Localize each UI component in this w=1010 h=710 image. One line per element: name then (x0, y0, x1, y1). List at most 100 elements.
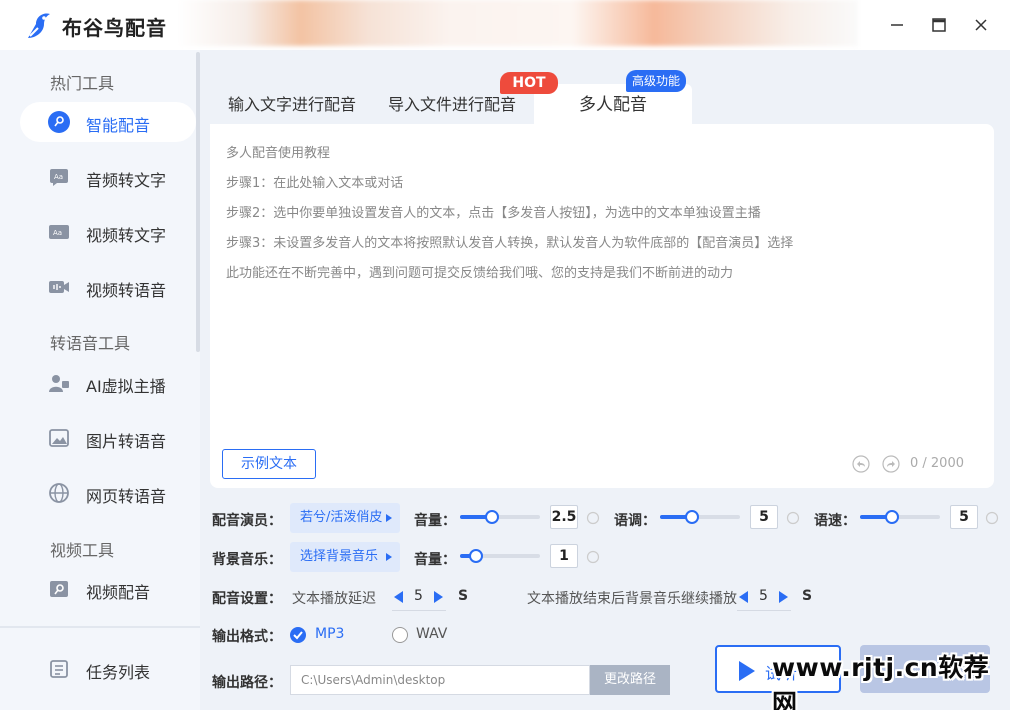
svg-text:Aa: Aa (54, 173, 63, 181)
sidebar-item-web-to-voice[interactable]: 网页转语音 (20, 473, 196, 513)
volume-slider[interactable] (460, 509, 540, 525)
reset-icon[interactable] (586, 550, 600, 564)
output-path-label: 输出路径： (212, 675, 282, 691)
undo-icon[interactable] (852, 455, 870, 473)
speed-value[interactable]: 5 (950, 505, 978, 529)
text-editor[interactable]: 多人配音使用教程 步骤1：在此处输入文本或对话 步骤2：选中你要单独设置发音人的… (210, 124, 994, 488)
bgm-volume-value[interactable]: 1 (550, 544, 578, 568)
bgm-select[interactable]: 选择背景音乐 (290, 542, 400, 572)
delay-label: 文本播放延迟 (292, 591, 376, 607)
voice-actor-label: 配音演员： (212, 513, 282, 529)
mic-icon (48, 111, 70, 133)
app-title: 布谷鸟配音 (62, 16, 167, 40)
slider-knob[interactable] (485, 510, 499, 524)
caret-right-icon (386, 514, 392, 522)
pitch-label: 语调： (614, 513, 656, 529)
delay-underline (392, 610, 446, 611)
sidebar-item-task-list[interactable]: 任务列表 (20, 649, 196, 689)
sample-text-button[interactable]: 示例文本 (222, 449, 316, 479)
minimize-icon[interactable] (886, 14, 908, 36)
continue-label: 文本播放结束后背景音乐继续播放 (527, 591, 737, 607)
sidebar-item-image-to-voice[interactable]: 图片转语音 (20, 418, 196, 458)
dub-settings-label: 配音设置： (212, 591, 282, 607)
slider-knob[interactable] (685, 510, 699, 524)
continue-increase-icon[interactable] (779, 591, 788, 603)
bgm-volume-label: 音量： (414, 552, 456, 568)
output-format-label: 输出格式： (212, 629, 282, 645)
sidebar-item-video-dubbing[interactable]: 视频配音 (20, 569, 196, 609)
editor-line: 步骤1：在此处输入文本或对话 (226, 176, 404, 191)
video-voice-icon (49, 281, 69, 293)
change-path-button[interactable]: 更改路径 (590, 665, 670, 695)
bgm-value: 选择背景音乐 (300, 549, 379, 564)
bird-logo-icon (28, 13, 50, 38)
section-title-voice-tools: 转语音工具 (50, 334, 131, 353)
sidebar-item-smart-dubbing[interactable]: 智能配音 (20, 102, 196, 142)
sidebar-item-label: AI虚拟主播 (86, 377, 166, 396)
sidebar-item-label: 网页转语音 (86, 487, 167, 506)
sidebar-item-label: 任务列表 (86, 663, 151, 682)
delay-decrease-icon[interactable] (394, 591, 403, 603)
continue-underline (737, 610, 791, 611)
editor-line: 步骤3：未设置多发音人的文本将按照默认发音人转换，默认发音人为软件底部的【配音演… (226, 236, 794, 251)
sidebar-item-ai-anchor[interactable]: AI虚拟主播 (20, 363, 196, 403)
bgm-label: 背景音乐： (212, 552, 282, 568)
image-icon (49, 429, 69, 447)
hot-badge: HOT (500, 72, 558, 94)
video-text-icon: Aa (49, 225, 69, 239)
audio-text-icon: Aa (50, 169, 68, 186)
radio-wav[interactable] (392, 627, 408, 643)
watermark: www.rjtj.cn软荐网 (772, 653, 990, 710)
mp3-label[interactable]: MP3 (315, 626, 344, 642)
voice-actor-value: 若兮/活泼俏皮 (300, 510, 383, 525)
list-icon (50, 660, 68, 678)
video-dub-icon (50, 581, 68, 597)
sidebar-item-audio-to-text[interactable]: Aa 音频转文字 (20, 157, 196, 197)
delay-unit: S (458, 588, 469, 604)
bgm-volume-slider[interactable] (460, 548, 540, 564)
sidebar-item-label: 视频转文字 (86, 226, 167, 245)
wav-label[interactable]: WAV (416, 626, 447, 642)
advanced-badge: 高级功能 (626, 70, 686, 92)
editor-line: 步骤2：选中你要单独设置发音人的文本，点击【多发音人按钮】，为选中的文本单独设置… (226, 206, 761, 221)
delay-value: 5 (414, 588, 423, 604)
pitch-value[interactable]: 5 (750, 505, 778, 529)
close-icon[interactable] (970, 14, 992, 36)
section-title-hot-tools: 热门工具 (50, 74, 115, 93)
continue-unit: S (802, 588, 813, 604)
blurred-banner (178, 0, 858, 46)
char-count: 0 / 2000 (910, 456, 964, 471)
sidebar-scrollbar[interactable] (196, 52, 200, 352)
continue-value: 5 (759, 588, 768, 604)
delay-increase-icon[interactable] (434, 591, 443, 603)
reset-icon[interactable] (786, 511, 800, 525)
slider-knob[interactable] (885, 510, 899, 524)
redo-icon[interactable] (882, 455, 900, 473)
speed-slider[interactable] (860, 509, 940, 525)
reset-icon[interactable] (985, 511, 999, 525)
maximize-icon[interactable] (928, 14, 950, 36)
sidebar-divider (0, 626, 200, 628)
slider-knob[interactable] (469, 549, 483, 563)
sidebar-item-label: 图片转语音 (86, 432, 167, 451)
caret-right-icon (386, 553, 392, 561)
sidebar-item-video-to-voice[interactable]: 视频转语音 (20, 267, 196, 307)
sidebar-item-label: 音频转文字 (86, 171, 167, 190)
reset-icon[interactable] (586, 511, 600, 525)
voice-actor-select[interactable]: 若兮/活泼俏皮 (290, 503, 400, 533)
globe-icon (49, 483, 69, 503)
pitch-slider[interactable] (660, 509, 740, 525)
sidebar-item-label: 视频转语音 (86, 281, 167, 300)
volume-label: 音量： (414, 513, 456, 529)
tab-input-text[interactable]: 输入文字进行配音 (212, 84, 372, 126)
sidebar-item-label: 智能配音 (86, 116, 151, 135)
editor-line: 多人配音使用教程 (226, 146, 331, 161)
output-path-input[interactable]: C:\Users\Admin\desktop (290, 665, 590, 695)
sidebar-item-video-to-text[interactable]: Aa 视频转文字 (20, 212, 196, 252)
speed-label: 语速： (814, 513, 856, 529)
volume-value[interactable]: 2.5 (550, 505, 578, 529)
radio-mp3[interactable] (290, 627, 306, 643)
continue-decrease-icon[interactable] (739, 591, 748, 603)
ai-anchor-icon (49, 375, 69, 392)
editor-line: 此功能还在不断完善中，遇到问题可提交反馈给我们哦、您的支持是我们不断前进的动力 (226, 266, 734, 281)
